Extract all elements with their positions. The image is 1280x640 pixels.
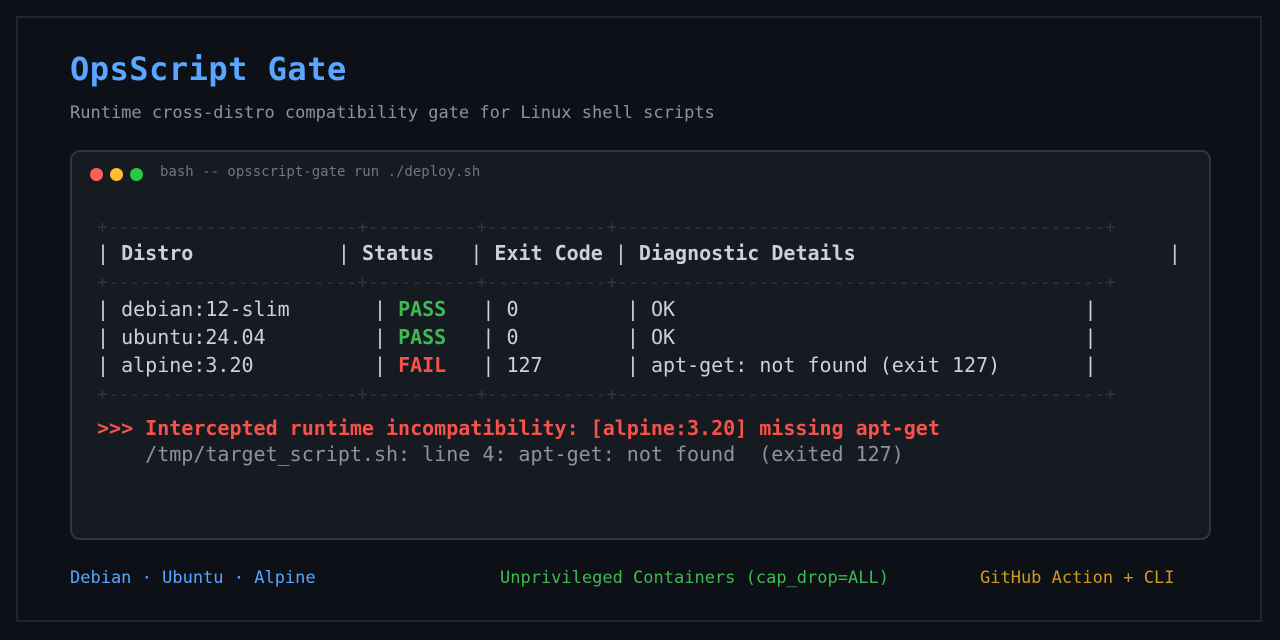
column-header-details: Diagnostic Details <box>638 241 856 265</box>
page-subtitle: Runtime cross-distro compatibility gate … <box>70 103 715 123</box>
alert-detail: /tmp/target_script.sh: line 4: apt-get: … <box>97 442 904 466</box>
close-dot-icon[interactable] <box>90 168 103 181</box>
page-title: OpsScript Gate <box>70 50 347 88</box>
cell-distro: ubuntu:24.04 <box>121 325 266 349</box>
table-separator-bottom: +-----------------------+----------+----… <box>97 384 1116 405</box>
table-separator-top: +-----------------------+----------+----… <box>97 217 1116 238</box>
cell-distro: alpine:3.20 <box>121 353 254 377</box>
table-row: | debian:12-slim | PASS | 0 | OK | <box>97 297 1097 321</box>
cell-status-pass: PASS <box>398 297 447 321</box>
footer-integration: GitHub Action + CLI <box>980 568 1175 588</box>
cell-status-fail: FAIL <box>398 353 447 377</box>
cell-exit-code: 0 <box>506 325 519 349</box>
table-header-row: | Distro | Status | Exit Code | Diagnost… <box>97 241 1181 265</box>
table-row: | ubuntu:24.04 | PASS | 0 | OK | <box>97 325 1097 349</box>
cell-exit-code: 127 <box>506 353 543 377</box>
table-row: | alpine:3.20 | FAIL | 127 | apt-get: no… <box>97 353 1097 377</box>
terminal-title: bash -- opsscript-gate run ./deploy.sh <box>160 164 481 180</box>
maximize-dot-icon[interactable] <box>130 168 143 181</box>
cell-details: OK <box>650 297 676 321</box>
footer-distros: Debian · Ubuntu · Alpine <box>70 568 316 588</box>
incompatibility-alert: >>> Intercepted runtime incompatibility:… <box>97 416 940 440</box>
column-header-distro: Distro <box>121 241 194 265</box>
cell-details: OK <box>650 325 676 349</box>
cell-distro: debian:12-slim <box>121 297 290 321</box>
minimize-dot-icon[interactable] <box>110 168 123 181</box>
window-controls <box>90 168 143 181</box>
footer-isolation: Unprivileged Containers (cap_drop=ALL) <box>500 568 889 588</box>
column-header-status: Status <box>361 241 435 265</box>
cell-status-pass: PASS <box>398 325 447 349</box>
column-header-exit-code: Exit Code <box>494 241 603 265</box>
table-separator-header: +-----------------------+----------+----… <box>97 272 1116 293</box>
cell-exit-code: 0 <box>506 297 519 321</box>
cell-details: apt-get: not found (exit 127) <box>650 353 1001 377</box>
terminal-window: bash -- opsscript-gate run ./deploy.sh +… <box>70 150 1211 540</box>
